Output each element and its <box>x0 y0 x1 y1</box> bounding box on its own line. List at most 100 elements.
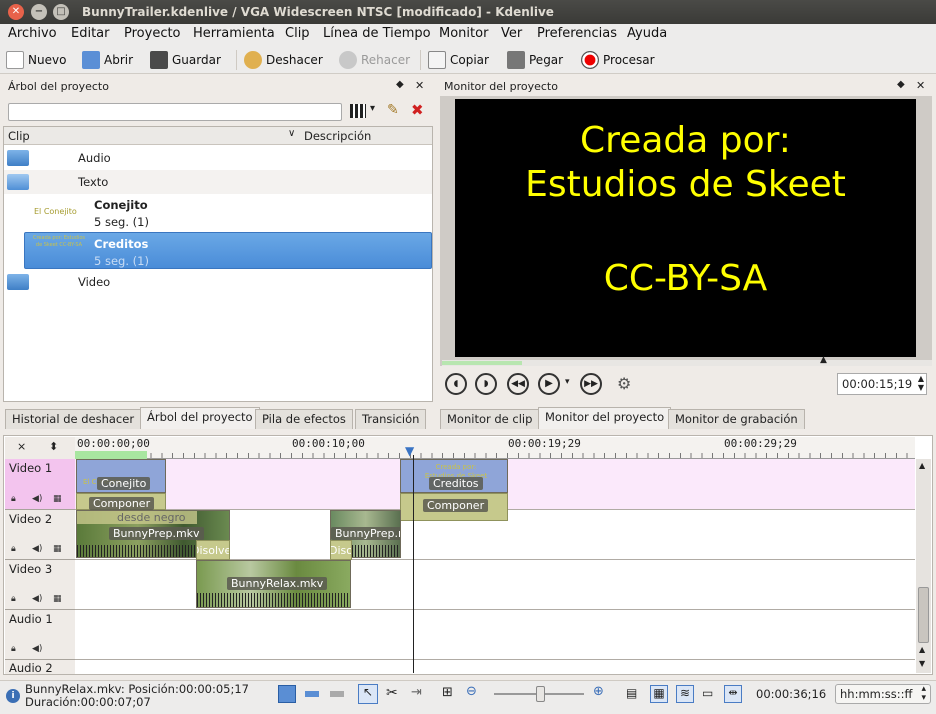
tree-folder-audio[interactable]: Audio <box>4 146 432 170</box>
edit-clip-icon[interactable]: ✎ <box>387 102 399 118</box>
menu-linea-de-tiempo[interactable]: Línea de Tiempo <box>323 26 431 41</box>
scrollbar-thumb[interactable] <box>918 587 929 643</box>
fit-zoom-icon[interactable]: ⊞ <box>442 685 453 700</box>
rehacer-button[interactable]: Rehacer <box>339 49 410 71</box>
chevron-down-icon[interactable]: ∨ <box>288 128 295 139</box>
add-clip-icon[interactable] <box>350 104 366 118</box>
audio-toggle-icon[interactable]: ◀) <box>32 644 42 654</box>
menu-editar[interactable]: Editar <box>71 26 110 41</box>
menu-monitor[interactable]: Monitor <box>439 26 488 41</box>
chevron-down-icon[interactable]: ▾ <box>370 103 375 114</box>
pegar-button[interactable]: Pegar <box>507 49 563 71</box>
track-height-icon[interactable]: ⬍ <box>49 440 58 453</box>
menu-archivo[interactable]: Archivo <box>8 26 57 41</box>
tab-historial[interactable]: Historial de deshacer <box>5 409 142 429</box>
ripple-icon[interactable]: ⇹ <box>724 685 742 703</box>
abrir-button[interactable]: Abrir <box>82 49 133 71</box>
scroll-up-icon[interactable]: ▲ <box>919 645 925 654</box>
selection-tool-icon[interactable]: ↖ <box>358 684 378 704</box>
menu-proyecto[interactable]: Proyecto <box>124 26 181 41</box>
audio-toggle-icon[interactable]: ◀) <box>32 494 42 504</box>
delete-clip-icon[interactable]: ✖ <box>411 101 424 119</box>
menu-herramienta[interactable]: Herramienta <box>193 26 275 41</box>
zoom-out-icon[interactable]: ⊖ <box>466 684 477 699</box>
zoom-slider[interactable] <box>494 686 584 702</box>
track-header-audio1[interactable]: Audio 1 🔒︎ ◀) <box>5 610 75 660</box>
monitor-screen[interactable]: Creada por: Estudios de Skeet CC-BY-SA <box>455 99 916 357</box>
tab-monitor-proyecto[interactable]: Monitor del proyecto <box>538 407 672 429</box>
transition-componer-1[interactable]: Componer <box>76 493 166 510</box>
clip-creditos[interactable]: Creada por: Estudios de Skeet Creditos <box>400 459 508 493</box>
video-toggle-icon[interactable]: ▦ <box>53 544 62 554</box>
transition-disolve-1[interactable]: Disolve <box>196 540 230 560</box>
track-header-video2[interactable]: Video 2 🔒︎ ◀) ▦ <box>5 510 75 560</box>
tab-arbol-proyecto[interactable]: Árbol del proyecto <box>140 407 260 429</box>
menu-ayuda[interactable]: Ayuda <box>627 26 667 41</box>
zone-end-icon[interactable]: ◗ <box>475 373 497 395</box>
audio-toggle-icon[interactable]: ◀) <box>32 544 42 554</box>
minimize-window-button[interactable]: − <box>31 4 47 20</box>
timeline-scrollbar[interactable]: ▲ ▲ ▼ <box>916 459 931 673</box>
zoom-in-icon[interactable]: ⊕ <box>593 684 604 699</box>
chevron-down-icon[interactable]: ▾ <box>565 377 570 387</box>
razor-tool-icon[interactable]: ✂ <box>386 685 398 701</box>
show-thumbs-icon[interactable] <box>305 691 319 697</box>
dock-close-icon[interactable]: ✕ <box>916 79 925 92</box>
audio-toggle-icon[interactable]: ◀) <box>32 594 42 604</box>
settings-gear-icon[interactable]: ⚙ <box>617 374 631 393</box>
tab-pila-efectos[interactable]: Pila de efectos <box>255 409 353 429</box>
play-icon[interactable]: ▶ <box>538 373 560 395</box>
transition-disolve-2[interactable]: Disolve <box>330 540 352 560</box>
deshacer-button[interactable]: Deshacer <box>244 49 323 71</box>
video-toggle-icon[interactable]: ▦ <box>53 594 62 604</box>
lock-icon[interactable]: 🔒︎ <box>11 494 16 504</box>
scroll-up-icon[interactable]: ▲ <box>919 461 925 470</box>
menu-preferencias[interactable]: Preferencias <box>537 26 617 41</box>
collapse-tracks-icon[interactable]: ⨯ <box>17 440 26 453</box>
tree-clip-conejito[interactable]: El Conejito Conejito 5 seg. (1) <box>4 194 432 232</box>
tree-folder-texto[interactable]: Texto <box>4 170 432 194</box>
snap-icon[interactable]: ▭ <box>702 686 713 700</box>
timecode-format-select[interactable]: hh:mm:ss::ff ▴ ▾ <box>835 684 931 704</box>
procesar-button[interactable]: Procesar <box>581 49 655 71</box>
tab-transicion[interactable]: Transición <box>355 409 427 429</box>
show-markers-icon[interactable]: ▦ <box>650 685 668 703</box>
zone-start-icon[interactable]: ◖ <box>445 373 467 395</box>
tree-clip-creditos[interactable]: Creada por: Estudios de Skeet CC-BY-SA C… <box>24 232 432 269</box>
dock-float-icon[interactable]: ◆ <box>396 79 404 90</box>
spin-icon[interactable]: ▲ ▼ <box>918 374 924 392</box>
scroll-down-icon[interactable]: ▼ <box>919 659 925 668</box>
track-header-video1[interactable]: Video 1 🔒︎ ◀) ▦ <box>5 459 75 510</box>
column-clip[interactable]: Clip <box>8 129 30 143</box>
monitor-seek-bar[interactable]: ▲ <box>442 355 932 366</box>
rewind-icon[interactable]: ◀◀ <box>507 373 529 395</box>
tab-monitor-clip[interactable]: Monitor de clip <box>440 409 540 429</box>
project-search-input[interactable] <box>8 103 342 121</box>
zoom-slider-handle[interactable] <box>536 686 545 702</box>
tree-folder-video[interactable]: Video <box>4 270 432 294</box>
close-window-button[interactable]: ✕ <box>8 4 24 20</box>
dock-float-icon[interactable]: ◆ <box>897 79 905 90</box>
transition-componer-2[interactable]: Componer <box>400 493 508 521</box>
dock-close-icon[interactable]: ✕ <box>415 79 424 92</box>
maximize-window-button[interactable]: □ <box>53 4 69 20</box>
menu-clip[interactable]: Clip <box>285 26 310 41</box>
video-thumbnails-icon[interactable]: ▤ <box>626 686 637 700</box>
audio-waveform-icon[interactable]: ≋ <box>676 685 694 703</box>
nuevo-button[interactable]: Nuevo <box>6 49 66 71</box>
track-header-audio2[interactable]: Audio 2 <box>5 660 75 675</box>
tab-monitor-grabacion[interactable]: Monitor de grabación <box>668 409 805 429</box>
track-lane-audio1[interactable] <box>75 610 915 660</box>
menu-ver[interactable]: Ver <box>501 26 522 41</box>
lock-icon[interactable]: 🔒︎ <box>11 594 16 604</box>
copiar-button[interactable]: Copiar <box>428 49 489 71</box>
playhead-marker-icon[interactable]: ▲ <box>820 355 827 365</box>
forward-icon[interactable]: ▶▶ <box>580 373 602 395</box>
spacer-tool-icon[interactable]: ⇥ <box>411 685 422 700</box>
video-toggle-icon[interactable]: ▦ <box>53 494 62 504</box>
clip-conejito[interactable]: El Conejito Conejito <box>76 459 166 493</box>
column-descripcion[interactable]: Descripción <box>304 129 371 143</box>
guardar-button[interactable]: Guardar <box>150 49 221 71</box>
split-audio-icon[interactable] <box>278 685 296 703</box>
lock-icon[interactable]: 🔒︎ <box>11 644 16 654</box>
